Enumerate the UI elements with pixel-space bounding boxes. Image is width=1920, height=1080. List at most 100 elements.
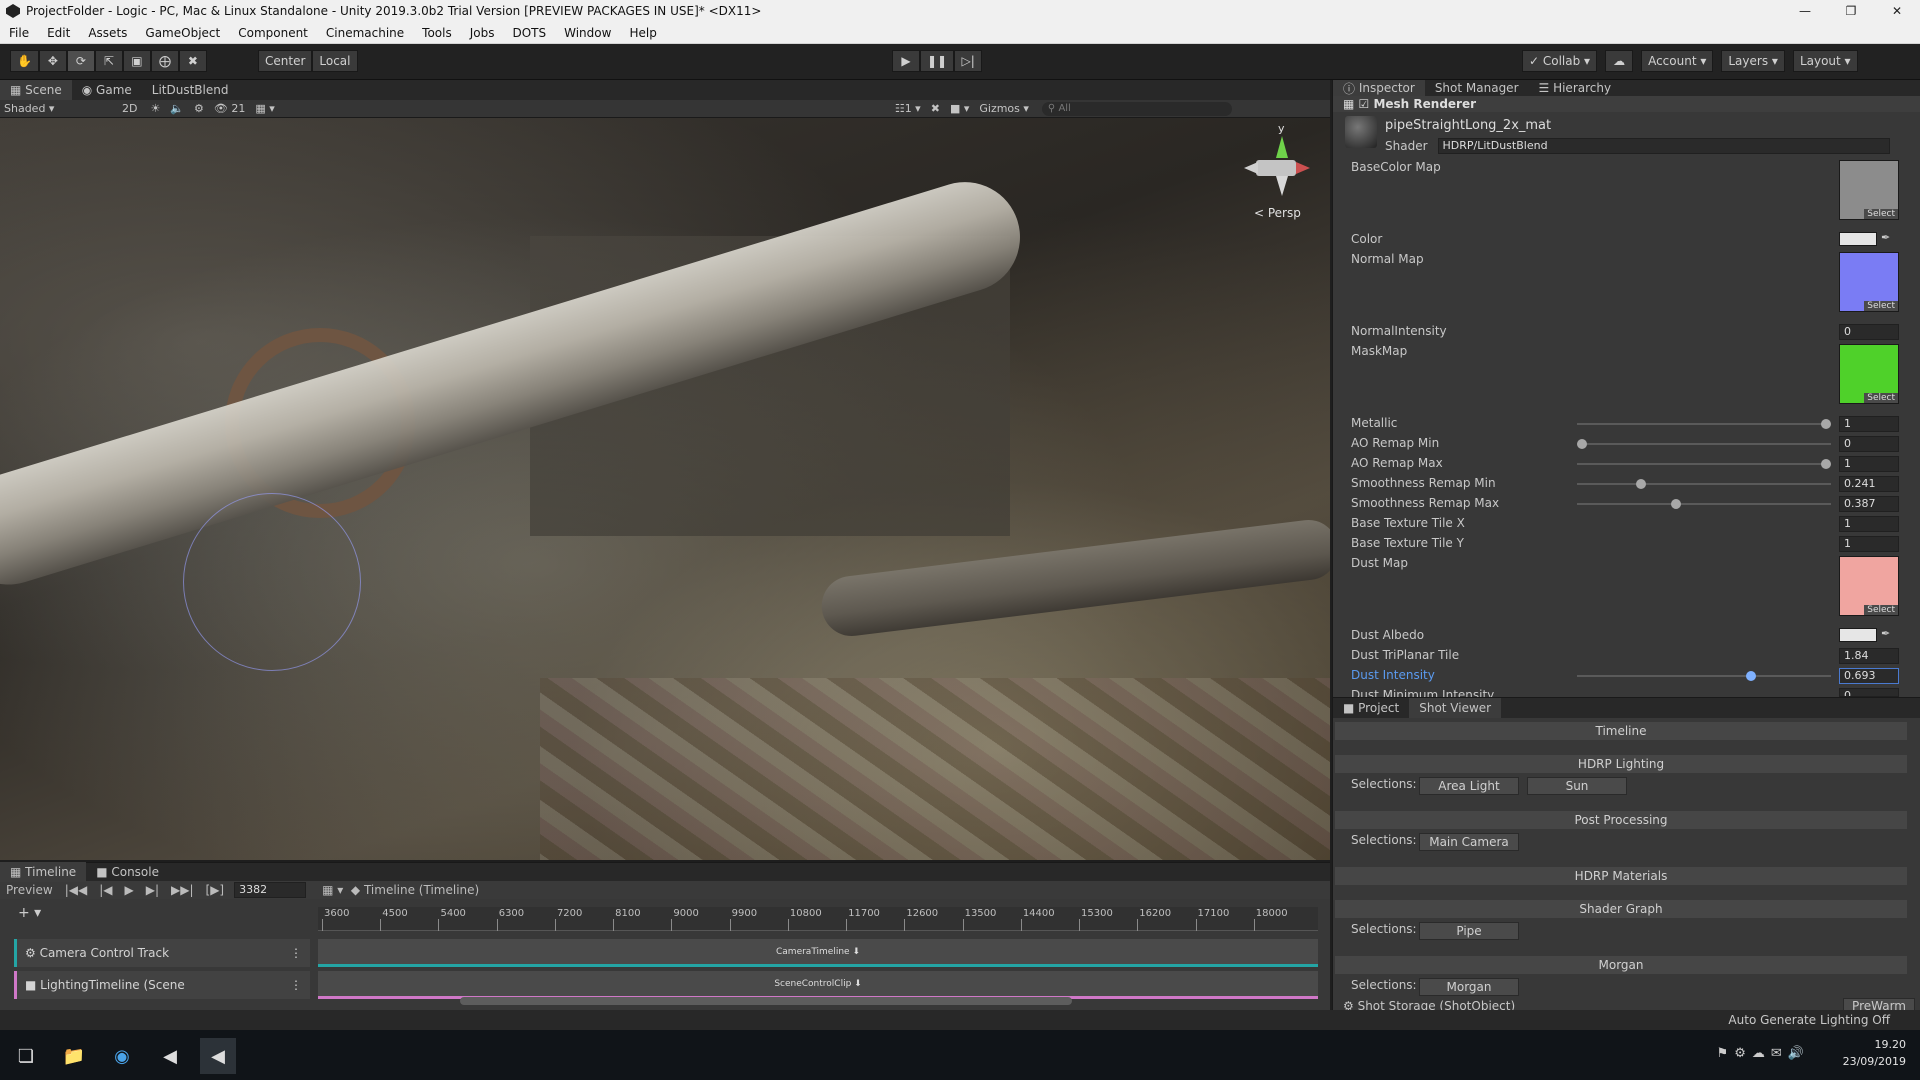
goto-end-icon[interactable]: ▶▶| bbox=[165, 883, 200, 897]
clip-camera-timeline[interactable]: CameraTimeline ⬇ bbox=[318, 939, 1318, 967]
pivot-center-button[interactable]: Center bbox=[258, 50, 313, 72]
slider-knob[interactable] bbox=[1671, 499, 1682, 509]
smoothness-max-slider[interactable] bbox=[1577, 499, 1831, 509]
section-morgan[interactable]: Morgan bbox=[1335, 956, 1907, 974]
next-frame-icon[interactable]: ▶| bbox=[140, 883, 165, 897]
axis-r-cone[interactable] bbox=[1296, 162, 1310, 174]
tab-shot-viewer[interactable]: Shot Viewer bbox=[1409, 698, 1502, 718]
cloud-icon[interactable]: ☁ bbox=[1605, 50, 1634, 72]
eyedropper-icon[interactable]: ✒ bbox=[1881, 627, 1890, 640]
menu-component[interactable]: Component bbox=[229, 26, 317, 40]
track-lighting-timeline[interactable]: ■ LightingTimeline (Scene ⋮ bbox=[14, 971, 310, 999]
slider-knob[interactable] bbox=[1635, 479, 1646, 489]
smoothness-min-slider[interactable] bbox=[1577, 479, 1831, 489]
2d-toggle[interactable]: 2D bbox=[114, 102, 145, 115]
file-explorer-icon[interactable]: 📁 bbox=[56, 1038, 92, 1074]
smoothness-min-field[interactable]: 0.241 bbox=[1839, 476, 1899, 492]
ao-min-slider[interactable] bbox=[1577, 439, 1831, 449]
normal-map-slot[interactable]: Select bbox=[1839, 252, 1899, 312]
tab-shot-manager[interactable]: Shot Manager bbox=[1425, 80, 1529, 96]
minimize-icon[interactable]: — bbox=[1782, 0, 1828, 22]
dust-albedo-swatch[interactable] bbox=[1839, 628, 1877, 642]
slider-knob[interactable] bbox=[1746, 671, 1757, 681]
axis-z-cone[interactable] bbox=[1276, 176, 1288, 196]
transform-tool-icon[interactable]: ⨁ bbox=[150, 50, 179, 72]
tile-y-field[interactable]: 1 bbox=[1839, 536, 1899, 552]
goto-start-icon[interactable]: |◀◀ bbox=[59, 883, 94, 897]
track-menu-icon[interactable]: ⋮ bbox=[290, 946, 302, 960]
slider-knob[interactable] bbox=[1577, 439, 1587, 449]
tools-icon[interactable]: ✖ bbox=[926, 102, 945, 115]
material-thumbnail[interactable] bbox=[1345, 116, 1377, 148]
main-camera-button[interactable]: Main Camera bbox=[1419, 833, 1519, 851]
orientation-gizmo[interactable]: y bbox=[1244, 122, 1314, 204]
menu-window[interactable]: Window bbox=[555, 26, 620, 40]
menu-tools[interactable]: Tools bbox=[413, 26, 461, 40]
select-button[interactable]: Select bbox=[1864, 301, 1898, 311]
track-camera-control[interactable]: ⚙ Camera Control Track ⋮ bbox=[14, 939, 310, 967]
menu-jobs[interactable]: Jobs bbox=[461, 26, 504, 40]
play-timeline-icon[interactable]: ▶ bbox=[119, 883, 140, 897]
preview-toggle[interactable]: Preview bbox=[0, 883, 59, 897]
scale-tool-icon[interactable]: ⇱ bbox=[94, 50, 123, 72]
lighting-icon[interactable]: ☀ bbox=[145, 102, 165, 115]
pipe-button[interactable]: Pipe bbox=[1419, 922, 1519, 940]
mask-map-slot[interactable]: Select bbox=[1839, 344, 1899, 404]
dust-min-field[interactable]: 0 bbox=[1839, 688, 1899, 697]
close-icon[interactable]: ✕ bbox=[1874, 0, 1920, 22]
audio-icon[interactable]: 🔈 bbox=[165, 102, 189, 115]
rotate-tool-icon[interactable]: ⟳ bbox=[66, 50, 95, 72]
tab-timeline[interactable]: ▦ Timeline bbox=[0, 862, 87, 882]
tab-inspector[interactable]: ⓘ Inspector bbox=[1333, 80, 1425, 96]
clip-scene-control[interactable]: SceneControlClip ⬇ bbox=[318, 971, 1318, 999]
collab-button[interactable]: ✓ Collab ▾ bbox=[1522, 50, 1598, 72]
layout-dropdown[interactable]: Layout ▾ bbox=[1792, 50, 1858, 72]
metallic-slider[interactable] bbox=[1577, 419, 1831, 429]
prev-frame-icon[interactable]: |◀ bbox=[93, 883, 118, 897]
dust-intensity-slider[interactable] bbox=[1577, 671, 1831, 681]
windows-start-icon[interactable]: ❏ bbox=[8, 1038, 44, 1074]
area-light-button[interactable]: Area Light bbox=[1419, 777, 1519, 795]
account-dropdown[interactable]: Account ▾ bbox=[1641, 50, 1714, 72]
timeline-horizontal-scrollbar[interactable] bbox=[460, 997, 1072, 1005]
select-button[interactable]: Select bbox=[1864, 393, 1898, 403]
menu-assets[interactable]: Assets bbox=[79, 26, 136, 40]
section-post-processing[interactable]: Post Processing bbox=[1335, 811, 1907, 829]
slider-knob[interactable] bbox=[1821, 459, 1831, 469]
system-tray-icons[interactable]: ⚑⚙☁✉🔊 bbox=[1717, 1046, 1810, 1061]
menu-gameobject[interactable]: GameObject bbox=[136, 26, 229, 40]
play-icon[interactable]: ▶ bbox=[892, 50, 920, 72]
menu-dots[interactable]: DOTS bbox=[503, 26, 555, 40]
menu-file[interactable]: File bbox=[0, 26, 38, 40]
scene-viewport[interactable] bbox=[0, 118, 1330, 860]
menu-help[interactable]: Help bbox=[620, 26, 665, 40]
axis-y-cone[interactable] bbox=[1276, 136, 1288, 158]
restore-icon[interactable]: ❐ bbox=[1828, 0, 1874, 22]
add-track-button[interactable]: + ▾ bbox=[18, 905, 41, 921]
smoothness-max-field[interactable]: 0.387 bbox=[1839, 496, 1899, 512]
select-button[interactable]: Select bbox=[1864, 605, 1898, 615]
basecolor-map-slot[interactable]: Select bbox=[1839, 160, 1899, 220]
shader-dropdown[interactable]: HDRP/LitDustBlend bbox=[1437, 138, 1890, 154]
section-hdrp-materials[interactable]: HDRP Materials bbox=[1335, 867, 1907, 885]
dust-triplanar-field[interactable]: 1.84 bbox=[1839, 648, 1899, 664]
tab-hierarchy[interactable]: ☰ Hierarchy bbox=[1529, 80, 1622, 96]
menu-edit[interactable]: Edit bbox=[38, 26, 79, 40]
scene-search-input[interactable]: ⚲ All bbox=[1041, 101, 1232, 116]
rect-tool-icon[interactable]: ▣ bbox=[122, 50, 151, 72]
unity-hub-icon[interactable]: ◀ bbox=[152, 1038, 188, 1074]
layers-dropdown[interactable]: Layers ▾ bbox=[1721, 50, 1785, 72]
layer-count[interactable]: ☷1 ▾ bbox=[890, 102, 926, 115]
pivot-local-button[interactable]: Local bbox=[312, 50, 358, 72]
track-menu-icon[interactable]: ⋮ bbox=[290, 978, 302, 992]
tab-project[interactable]: ■ Project bbox=[1333, 698, 1409, 718]
timeline-asset-selector[interactable]: ▦ ▾ ◆ Timeline (Timeline) bbox=[316, 883, 485, 897]
morgan-button[interactable]: Morgan bbox=[1419, 978, 1519, 996]
ao-min-field[interactable]: 0 bbox=[1839, 436, 1899, 452]
axis-x-cone[interactable] bbox=[1244, 162, 1258, 174]
section-timeline[interactable]: Timeline bbox=[1335, 722, 1907, 740]
frame-field[interactable]: 3382 bbox=[234, 882, 307, 898]
tab-console[interactable]: ■ Console bbox=[86, 862, 169, 882]
select-button[interactable]: Select bbox=[1864, 209, 1898, 219]
timeline-ruler[interactable]: 3600 4500 5400 6300 7200 8100 9000 9900 10800 117… bbox=[318, 907, 1318, 931]
